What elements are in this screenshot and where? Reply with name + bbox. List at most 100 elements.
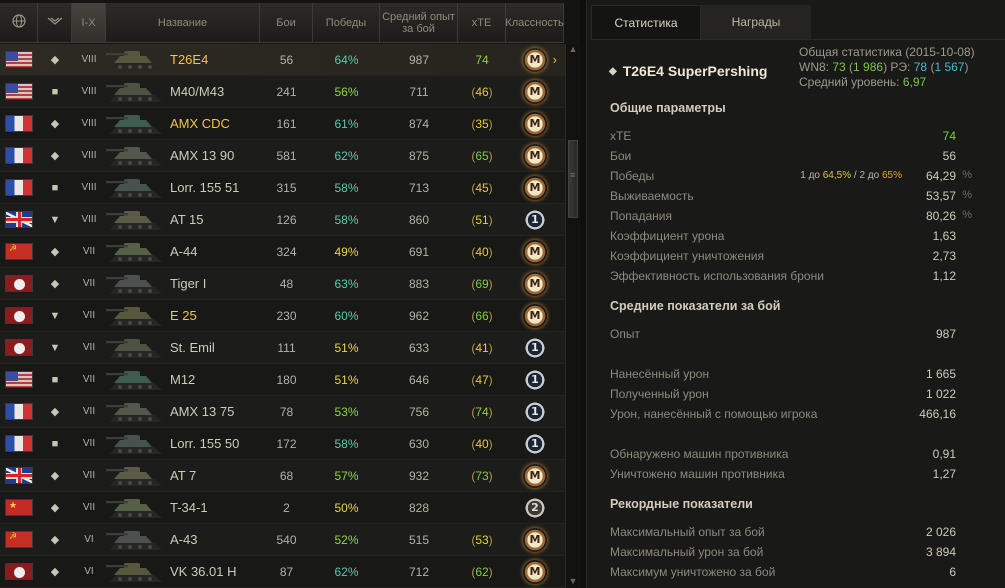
class-badge-cell: M [506, 140, 564, 172]
td-type-icon: ▼ [49, 309, 61, 322]
stat-label: Бои [610, 149, 632, 163]
heavy-type-icon: ◆ [50, 278, 60, 290]
wins-cell: 63% [334, 276, 359, 291]
stat-label: Коэффициент уничтожения [610, 249, 764, 263]
table-row[interactable]: ▼ VII St. Emil 111 51% 633 (41) 1 [0, 332, 565, 364]
xte-cell: 74 [475, 52, 489, 67]
xte-cell: (62) [471, 564, 493, 579]
section-title: Рекордные показатели [610, 497, 753, 511]
ussr-flag-icon [5, 531, 33, 548]
spg-type-icon: ■ [51, 181, 59, 194]
panel-tabs: Статистика Награды [591, 5, 811, 39]
re-detail: 1 567 [934, 60, 965, 74]
class-badge-cell: 1 [506, 396, 564, 428]
wn8-detail: 1 986 [853, 60, 884, 74]
battles-cell: 180 [276, 372, 297, 387]
xte-cell: (41) [471, 340, 493, 355]
stat-value: 74 [942, 129, 956, 143]
class-badge-cell: 1 [506, 364, 564, 396]
wins-cell: 60% [334, 308, 359, 323]
tier-cell: VII [82, 374, 96, 385]
section-title: Общие параметры [610, 101, 726, 115]
stat-row: Опыт 987 [610, 325, 972, 343]
table-row[interactable]: ◆ VII T-34-1 2 50% 828 2 [0, 492, 565, 524]
mastery-badge-icon: M [523, 527, 547, 552]
column-wins[interactable]: Победы [313, 3, 380, 43]
xte-cell: (74) [471, 404, 493, 419]
wins-cell: 62% [334, 148, 359, 163]
table-row[interactable]: ◆ VII AMX 13 75 78 53% 756 (74) 1 [0, 396, 565, 428]
table-row[interactable]: ■ VIII M40/M43 241 56% 711 (46) M [0, 76, 565, 108]
column-nation[interactable] [0, 3, 38, 43]
avg-xp-cell: 874 [408, 116, 430, 131]
column-xte[interactable]: xTE [458, 3, 506, 43]
avg-xp-cell: 962 [408, 308, 430, 323]
wins-cell: 50% [334, 500, 359, 515]
mastery-badge-icon: M [523, 271, 547, 296]
avg-xp-cell: 883 [408, 276, 430, 291]
xte-cell: (53) [471, 532, 493, 547]
column-type[interactable] [38, 3, 72, 43]
avg-xp-cell: 987 [408, 52, 430, 67]
nation-flag-cell [0, 364, 38, 396]
mastery-badge-icon: M [523, 303, 547, 328]
table-row[interactable]: ◆ VIII AMX 13 90 581 62% 875 (65) M [0, 140, 565, 172]
avg-xp-cell: 515 [408, 532, 430, 547]
column-name[interactable]: Название [106, 3, 260, 43]
tab-statistics[interactable]: Статистика [591, 5, 701, 39]
scroll-thumb[interactable]: ≡ [568, 140, 578, 218]
xte-cell: (65) [471, 148, 493, 163]
table-row[interactable]: ◆ VII AT 7 68 57% 932 (73) M [0, 460, 565, 492]
stat-row: Коэффициент уничтожения 2,73 [610, 247, 972, 265]
class-badge-cell: M [506, 108, 564, 140]
stat-row: Максимум уничтожено за бой 6 [610, 563, 972, 581]
table-row[interactable]: ▼ VII E 25 230 60% 962 (66) M [0, 300, 565, 332]
nation-flag-cell [0, 268, 38, 300]
column-battles[interactable]: Бои [260, 3, 313, 43]
class-badge-cell: M [506, 524, 564, 556]
stats-panel: Статистика Награды Общая статистика (201… [586, 0, 1005, 588]
table-row[interactable]: ◆ VII Tiger I 48 63% 883 (69) M [0, 268, 565, 300]
tank-icon [106, 531, 162, 550]
vehicle-title: ◆ T26E4 SuperPershing [609, 63, 768, 79]
avg-xp-cell: 633 [408, 340, 430, 355]
battles-cell: 241 [276, 84, 297, 99]
vehicle-table: I-X Название Бои Победы Средний опыт за … [0, 0, 580, 588]
tier-cell: VII [82, 278, 96, 289]
avg-xp-cell: 712 [408, 564, 430, 579]
avg-xp-cell: 646 [408, 372, 430, 387]
scroll-up-arrow-icon[interactable]: ▲ [567, 44, 579, 56]
table-row[interactable]: ◆ VIII AMX CDC 161 61% 874 (35) M [0, 108, 565, 140]
table-row[interactable]: ◆ VI VK 36.01 H 87 62% 712 (62) M [0, 556, 565, 588]
medium-type-icon: ◆ [50, 470, 60, 482]
spg-type-icon: ■ [51, 85, 59, 98]
table-row[interactable]: ◆ VIII T26E4 56 64% 987 74 M › [0, 44, 565, 76]
avg-xp-cell: 711 [409, 84, 429, 99]
column-avg-xp[interactable]: Средний опыт за бой [380, 3, 458, 43]
column-class[interactable]: Классность [505, 3, 564, 43]
stat-value: 2 026 [925, 525, 956, 539]
stat-label: Выживаемость [610, 189, 694, 203]
table-row[interactable]: ▼ VIII AT 15 126 58% 860 (51) 1 [0, 204, 565, 236]
scroll-down-arrow-icon[interactable]: ▼ [567, 576, 579, 588]
table-header: I-X Название Бои Победы Средний опыт за … [0, 3, 580, 43]
heavy-tank-icon: ◆ [609, 65, 617, 77]
usa-flag-icon [5, 83, 33, 100]
wins-cell: 49% [334, 244, 359, 259]
table-row[interactable]: ■ VII Lorr. 155 50 172 58% 630 (40) 1 [0, 428, 565, 460]
tank-icon [106, 179, 162, 198]
stat-value: 53,57 [925, 189, 956, 203]
table-row[interactable]: ■ VII M12 180 51% 646 (47) 1 [0, 364, 565, 396]
table-row[interactable]: ◆ VI A-43 540 52% 515 (53) M [0, 524, 565, 556]
column-tier[interactable]: I-X [72, 3, 106, 43]
table-row[interactable]: ■ VIII Lorr. 155 51 315 58% 713 (45) M [0, 172, 565, 204]
td-type-icon: ▼ [49, 341, 61, 354]
heavy-type-icon: ◆ [50, 566, 60, 578]
table-row[interactable]: ◆ VII A-44 324 49% 691 (40) M [0, 236, 565, 268]
scrollbar[interactable]: ▲ ≡ ▼ [565, 44, 579, 588]
xte-cell: (35) [471, 116, 493, 131]
class-badge-cell: M [506, 268, 564, 300]
tier-cell: VII [82, 310, 96, 321]
tab-awards[interactable]: Награды [701, 5, 811, 39]
usa-flag-icon [5, 51, 33, 68]
